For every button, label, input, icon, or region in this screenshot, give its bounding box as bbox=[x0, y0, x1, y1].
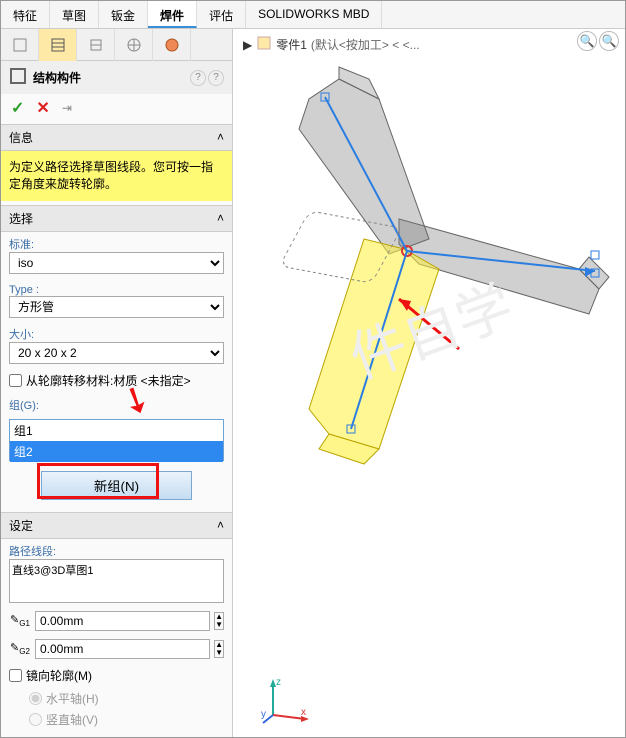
zoom-tool-1[interactable]: 🔍 bbox=[577, 31, 597, 51]
cancel-button[interactable]: ✕ bbox=[36, 98, 49, 118]
transfer-material-label: 从轮廓转移材料:材质 <未指定> bbox=[26, 372, 191, 389]
tab-sheetmetal[interactable]: 钣金 bbox=[99, 1, 148, 28]
g2-icon: ✎G2 bbox=[9, 641, 31, 656]
g2-input[interactable] bbox=[35, 639, 210, 659]
help-expand-icon[interactable]: ? bbox=[208, 70, 224, 86]
new-group-button[interactable]: 新组(N) bbox=[41, 471, 192, 500]
chevron-up-icon: ˄ bbox=[217, 518, 224, 532]
panel-tab-4[interactable] bbox=[115, 29, 153, 61]
zoom-tool-2[interactable]: 🔍 bbox=[599, 31, 619, 51]
view-tools: 🔍 🔍 bbox=[577, 31, 619, 51]
size-label: 大小: bbox=[9, 329, 34, 341]
svg-text:y: y bbox=[261, 709, 266, 720]
top-tabs: 特征 草图 钣金 焊件 评估 SOLIDWORKS MBD bbox=[1, 1, 625, 29]
model-view: 件自学 bbox=[239, 59, 619, 559]
chevron-up-icon: ˄ bbox=[217, 211, 224, 225]
group-item-1[interactable]: 组1 bbox=[10, 420, 223, 441]
selection-section-header[interactable]: 选择˄ bbox=[1, 205, 232, 232]
pushpin-icon[interactable]: ⇥ bbox=[62, 101, 72, 115]
type-label: Type : bbox=[9, 284, 39, 296]
panel-tab-5[interactable] bbox=[153, 29, 191, 61]
type-select[interactable]: 方形管 bbox=[9, 296, 224, 318]
transfer-material-checkbox[interactable] bbox=[9, 374, 22, 387]
group-item-2[interactable]: 组2 bbox=[10, 441, 223, 462]
help-icon[interactable]: ? bbox=[190, 70, 206, 86]
standard-label: 标准: bbox=[9, 239, 34, 251]
panel-tab-2[interactable] bbox=[39, 29, 77, 61]
horiz-axis-radio bbox=[29, 692, 42, 705]
horiz-axis-label: 水平轴(H) bbox=[46, 690, 99, 707]
standard-select[interactable]: iso bbox=[9, 252, 224, 274]
feature-title-bar: 结构构件 ? ? bbox=[1, 61, 232, 94]
mirror-profile-checkbox[interactable] bbox=[9, 669, 22, 682]
feature-title-text: 结构构件 bbox=[33, 69, 81, 86]
size-select[interactable]: 20 x 20 x 2 bbox=[9, 342, 224, 364]
path-segment-label: 路径线段: bbox=[9, 546, 56, 558]
chevron-up-icon: ˄ bbox=[217, 130, 224, 144]
part-icon bbox=[256, 35, 272, 54]
breadcrumb-config: (默认<按加工> < <... bbox=[311, 36, 420, 53]
structural-member-icon bbox=[9, 67, 27, 88]
graphics-viewport[interactable]: ▶ 零件1 (默认<按加工> < <... 🔍 🔍 bbox=[233, 29, 625, 737]
svg-text:x: x bbox=[301, 707, 306, 718]
groups-listbox[interactable]: 组1 组2 bbox=[9, 419, 224, 461]
g2-spinner[interactable]: ▲▼ bbox=[214, 640, 224, 658]
group-label: 组(G): bbox=[9, 400, 39, 412]
tab-weldment[interactable]: 焊件 bbox=[148, 1, 197, 28]
vert-axis-label: 竖直轴(V) bbox=[46, 711, 98, 728]
g1-input[interactable] bbox=[35, 611, 210, 631]
path-segment-value[interactable]: 直线3@3D草图1 bbox=[12, 562, 221, 578]
svg-text:z: z bbox=[276, 677, 281, 688]
breadcrumb-part: 零件1 bbox=[276, 36, 307, 53]
mirror-profile-label: 镜向轮廓(M) bbox=[26, 667, 92, 684]
axes-triad: z x y bbox=[261, 675, 311, 725]
settings-section-header[interactable]: 设定˄ bbox=[1, 512, 232, 539]
tab-evaluate[interactable]: 评估 bbox=[197, 1, 246, 28]
panel-tab-3[interactable] bbox=[77, 29, 115, 61]
property-panel: 结构构件 ? ? ✓ ✕ ⇥ ➘ 信息˄ 为定义路径选择草图线段。您可按一指定角… bbox=[1, 29, 233, 737]
tab-sketch[interactable]: 草图 bbox=[50, 1, 99, 28]
confirm-row: ✓ ✕ ⇥ ➘ bbox=[1, 94, 232, 122]
info-message: 为定义路径选择草图线段。您可按一指定角度来旋转轮廓。 bbox=[1, 151, 232, 201]
panel-mode-tabs bbox=[1, 29, 232, 61]
vert-axis-radio bbox=[29, 713, 42, 726]
g1-spinner[interactable]: ▲▼ bbox=[214, 612, 224, 630]
panel-tab-1[interactable] bbox=[1, 29, 39, 61]
info-section-header[interactable]: 信息˄ bbox=[1, 124, 232, 151]
g1-icon: ✎G1 bbox=[9, 613, 31, 628]
breadcrumb-expand-icon[interactable]: ▶ bbox=[243, 38, 252, 52]
breadcrumb[interactable]: ▶ 零件1 (默认<按加工> < <... bbox=[243, 35, 420, 54]
tab-mbd[interactable]: SOLIDWORKS MBD bbox=[246, 1, 382, 28]
accept-button[interactable]: ✓ bbox=[11, 98, 24, 118]
tab-feature[interactable]: 特征 bbox=[1, 1, 50, 28]
